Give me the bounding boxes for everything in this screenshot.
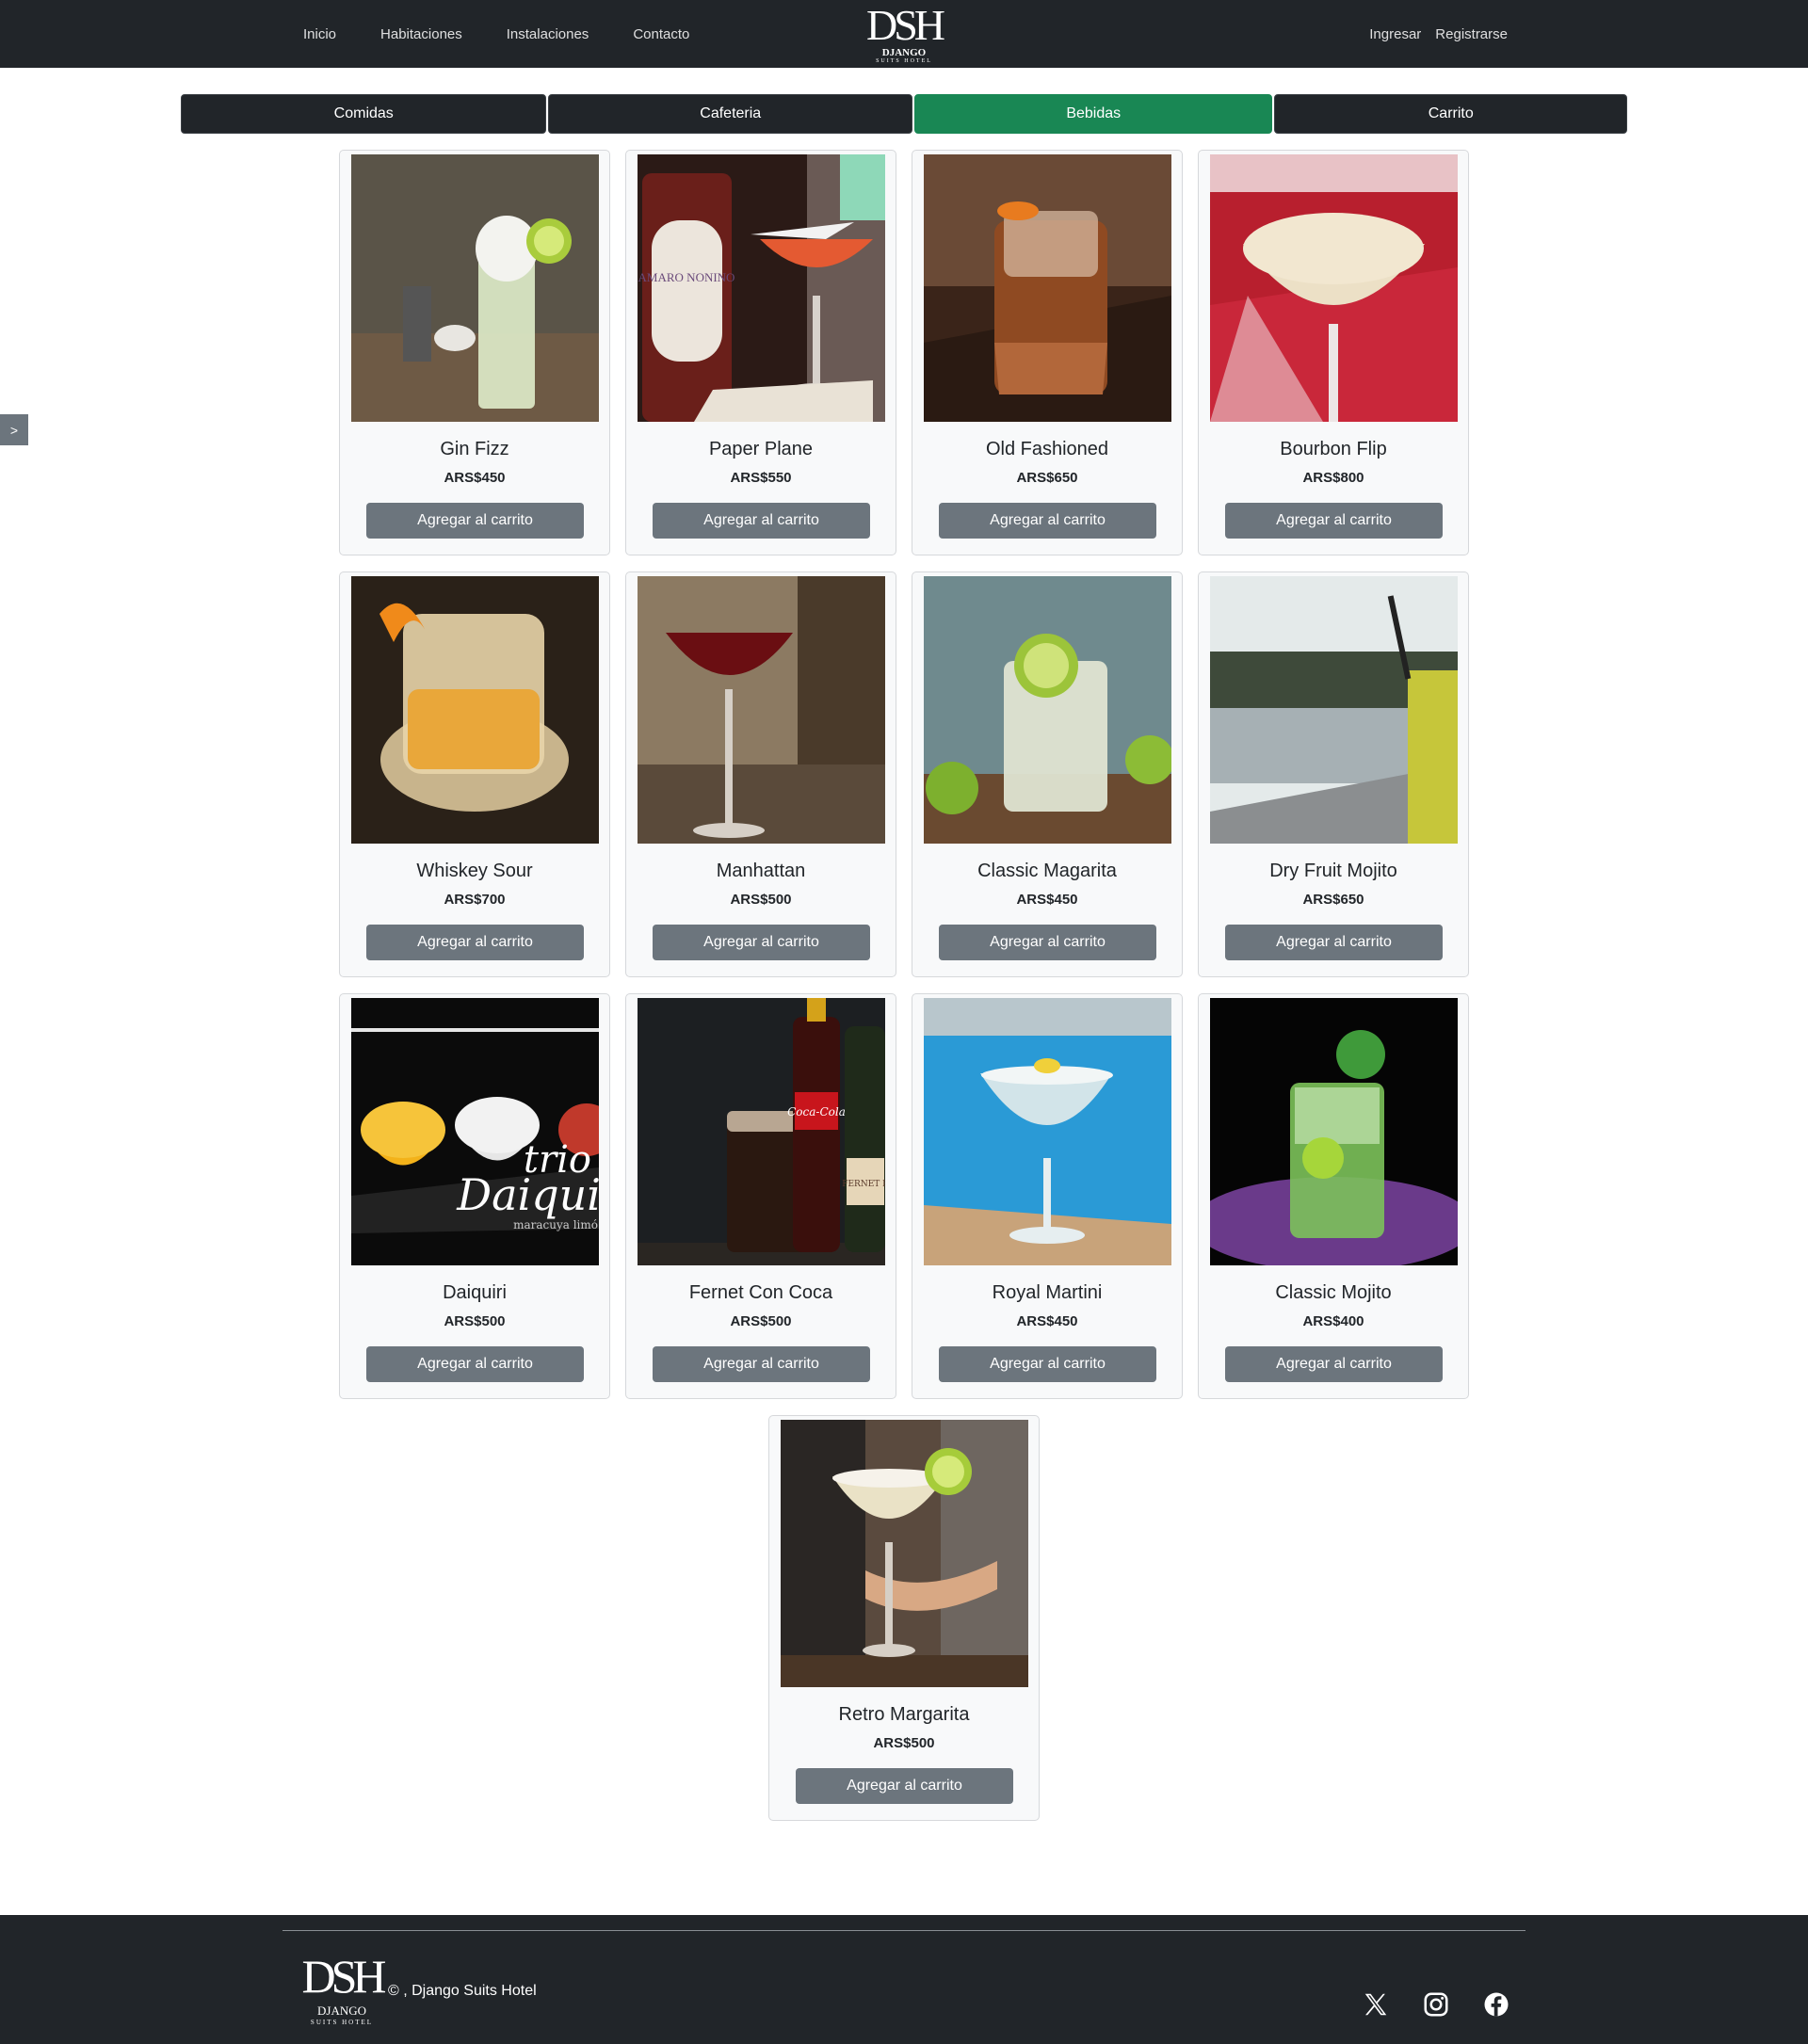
page-footer: DSH DJANGO SUITS HOTEL © , Django Suits … xyxy=(0,1915,1808,2044)
copyright-text: © , Django Suits Hotel xyxy=(388,1983,537,1999)
product-card: Royal Martini ARS$450 Agregar al carrito xyxy=(912,993,1183,1399)
bottle-label-text: AMARO NONINO xyxy=(638,270,735,284)
add-to-cart-button[interactable]: Agregar al carrito xyxy=(1225,1346,1443,1382)
nav-link-inicio[interactable]: Inicio xyxy=(303,26,336,42)
product-name: Gin Fizz xyxy=(440,439,509,459)
product-price: ARS$500 xyxy=(444,1313,506,1329)
product-name: Old Fashioned xyxy=(985,439,1109,459)
product-price: ARS$500 xyxy=(730,1313,792,1329)
product-image xyxy=(1210,998,1458,1265)
product-card: Manhattan ARS$500 Agregar al carrito xyxy=(625,571,896,977)
tab-carrito[interactable]: Carrito xyxy=(1274,94,1627,134)
brand-tagline: SUITS HOTEL xyxy=(876,58,932,64)
product-card: Coca-Cola FERNET B Fernet Con Coca ARS$5… xyxy=(625,993,896,1399)
login-link[interactable]: Ingresar xyxy=(1369,26,1421,42)
register-link[interactable]: Registrarse xyxy=(1435,26,1508,42)
product-image xyxy=(924,154,1171,422)
auth-nav: Ingresar Registrarse xyxy=(1355,0,1508,68)
main-nav: Inicio Habitaciones Instalaciones Contac… xyxy=(303,0,734,68)
product-card: AMARO NONINO Paper Plane ARS$550 Agregar… xyxy=(625,150,896,555)
product-card: Old Fashioned ARS$650 Agregar al carrito xyxy=(912,150,1183,555)
add-to-cart-button[interactable]: Agregar al carrito xyxy=(366,1346,584,1382)
footer-logo-name: DJANGO xyxy=(317,2004,366,2018)
product-name: Whiskey Sour xyxy=(416,861,533,881)
tab-cafeteria[interactable]: Cafeteria xyxy=(548,94,912,134)
product-name: Classic Magarita xyxy=(977,861,1117,881)
product-price: ARS$800 xyxy=(1302,470,1364,486)
brand-monogram: DSH xyxy=(865,1,945,49)
nav-link-instalaciones[interactable]: Instalaciones xyxy=(507,26,589,42)
product-price: ARS$400 xyxy=(1302,1313,1364,1329)
add-to-cart-button[interactable]: Agregar al carrito xyxy=(939,1346,1156,1382)
product-card: Classic Mojito ARS$400 Agregar al carrit… xyxy=(1198,993,1469,1399)
product-image: AMARO NONINO xyxy=(638,154,885,422)
product-price: ARS$650 xyxy=(1302,892,1364,908)
product-name: Fernet Con Coca xyxy=(688,1282,833,1303)
promo-text: Daiqui xyxy=(456,1169,599,1220)
product-card: Dry Fruit Mojito ARS$650 Agregar al carr… xyxy=(1198,571,1469,977)
product-card: Classic Magarita ARS$450 Agregar al carr… xyxy=(912,571,1183,977)
add-to-cart-button[interactable]: Agregar al carrito xyxy=(1225,503,1443,539)
add-to-cart-button[interactable]: Agregar al carrito xyxy=(939,925,1156,960)
facebook-icon[interactable] xyxy=(1482,1990,1510,2019)
footer-logo[interactable]: DSH DJANGO SUITS HOTEL xyxy=(299,1950,386,2034)
sidebar-toggle-button[interactable]: > xyxy=(0,414,28,445)
product-image xyxy=(781,1420,1028,1687)
add-to-cart-button[interactable]: Agregar al carrito xyxy=(796,1768,1013,1804)
product-price: ARS$500 xyxy=(873,1735,935,1751)
bottle-label-text: Coca-Cola xyxy=(787,1105,846,1119)
product-image xyxy=(351,576,599,844)
product-price: ARS$450 xyxy=(1016,1313,1078,1329)
product-price: ARS$450 xyxy=(444,470,506,486)
product-name: Retro Margarita xyxy=(838,1704,970,1725)
product-card: Retro Margarita ARS$500 Agregar al carri… xyxy=(768,1415,1040,1821)
add-to-cart-button[interactable]: Agregar al carrito xyxy=(653,925,870,960)
product-name: Paper Plane xyxy=(708,439,814,459)
product-price: ARS$650 xyxy=(1016,470,1078,486)
product-name: Daiquiri xyxy=(443,1282,507,1303)
product-card: trio Daiqui maracuya limó Daiquiri ARS$5… xyxy=(339,993,610,1399)
add-to-cart-button[interactable]: Agregar al carrito xyxy=(653,503,870,539)
product-price: ARS$700 xyxy=(444,892,506,908)
add-to-cart-button[interactable]: Agregar al carrito xyxy=(939,503,1156,539)
tab-comidas[interactable]: Comidas xyxy=(181,94,547,134)
x-icon[interactable] xyxy=(1362,1990,1390,2019)
add-to-cart-button[interactable]: Agregar al carrito xyxy=(653,1346,870,1382)
instagram-icon[interactable] xyxy=(1422,1990,1450,2019)
bottle-label-text: FERNET B xyxy=(842,1180,885,1189)
footer-logo-monogram: DSH xyxy=(301,1950,386,2003)
product-card: Bourbon Flip ARS$800 Agregar al carrito xyxy=(1198,150,1469,555)
product-price: ARS$450 xyxy=(1016,892,1078,908)
product-image xyxy=(924,998,1171,1265)
top-navbar: Inicio Habitaciones Instalaciones Contac… xyxy=(0,0,1808,68)
product-image xyxy=(1210,576,1458,844)
product-card: Whiskey Sour ARS$700 Agregar al carrito xyxy=(339,571,610,977)
product-card: Gin Fizz ARS$450 Agregar al carrito xyxy=(339,150,610,555)
nav-link-contacto[interactable]: Contacto xyxy=(633,26,689,42)
product-image xyxy=(1210,154,1458,422)
product-name: Classic Mojito xyxy=(1275,1282,1392,1303)
promo-text: maracuya limó xyxy=(513,1218,598,1231)
nav-link-habitaciones[interactable]: Habitaciones xyxy=(380,26,462,42)
add-to-cart-button[interactable]: Agregar al carrito xyxy=(366,925,584,960)
product-name: Bourbon Flip xyxy=(1280,439,1387,459)
product-price: ARS$500 xyxy=(730,892,792,908)
footer-divider xyxy=(282,1930,1526,1931)
product-name: Manhattan xyxy=(716,861,806,881)
product-image: Coca-Cola FERNET B xyxy=(638,998,885,1265)
product-image xyxy=(924,576,1171,844)
product-price: ARS$550 xyxy=(730,470,792,486)
product-image xyxy=(351,154,599,422)
brand-logo[interactable]: DSH DJANGO SUITS HOTEL xyxy=(859,1,949,65)
add-to-cart-button[interactable]: Agregar al carrito xyxy=(1225,925,1443,960)
add-to-cart-button[interactable]: Agregar al carrito xyxy=(366,503,584,539)
product-name: Dry Fruit Mojito xyxy=(1269,861,1397,881)
footer-logo-tagline: SUITS HOTEL xyxy=(310,2019,374,2026)
product-image xyxy=(638,576,885,844)
product-image: trio Daiqui maracuya limó xyxy=(351,998,599,1265)
tab-bebidas[interactable]: Bebidas xyxy=(913,94,1273,134)
product-name: Royal Martini xyxy=(992,1282,1103,1303)
category-tabs: Comidas Cafeteria Bebidas Carrito xyxy=(181,94,1627,134)
